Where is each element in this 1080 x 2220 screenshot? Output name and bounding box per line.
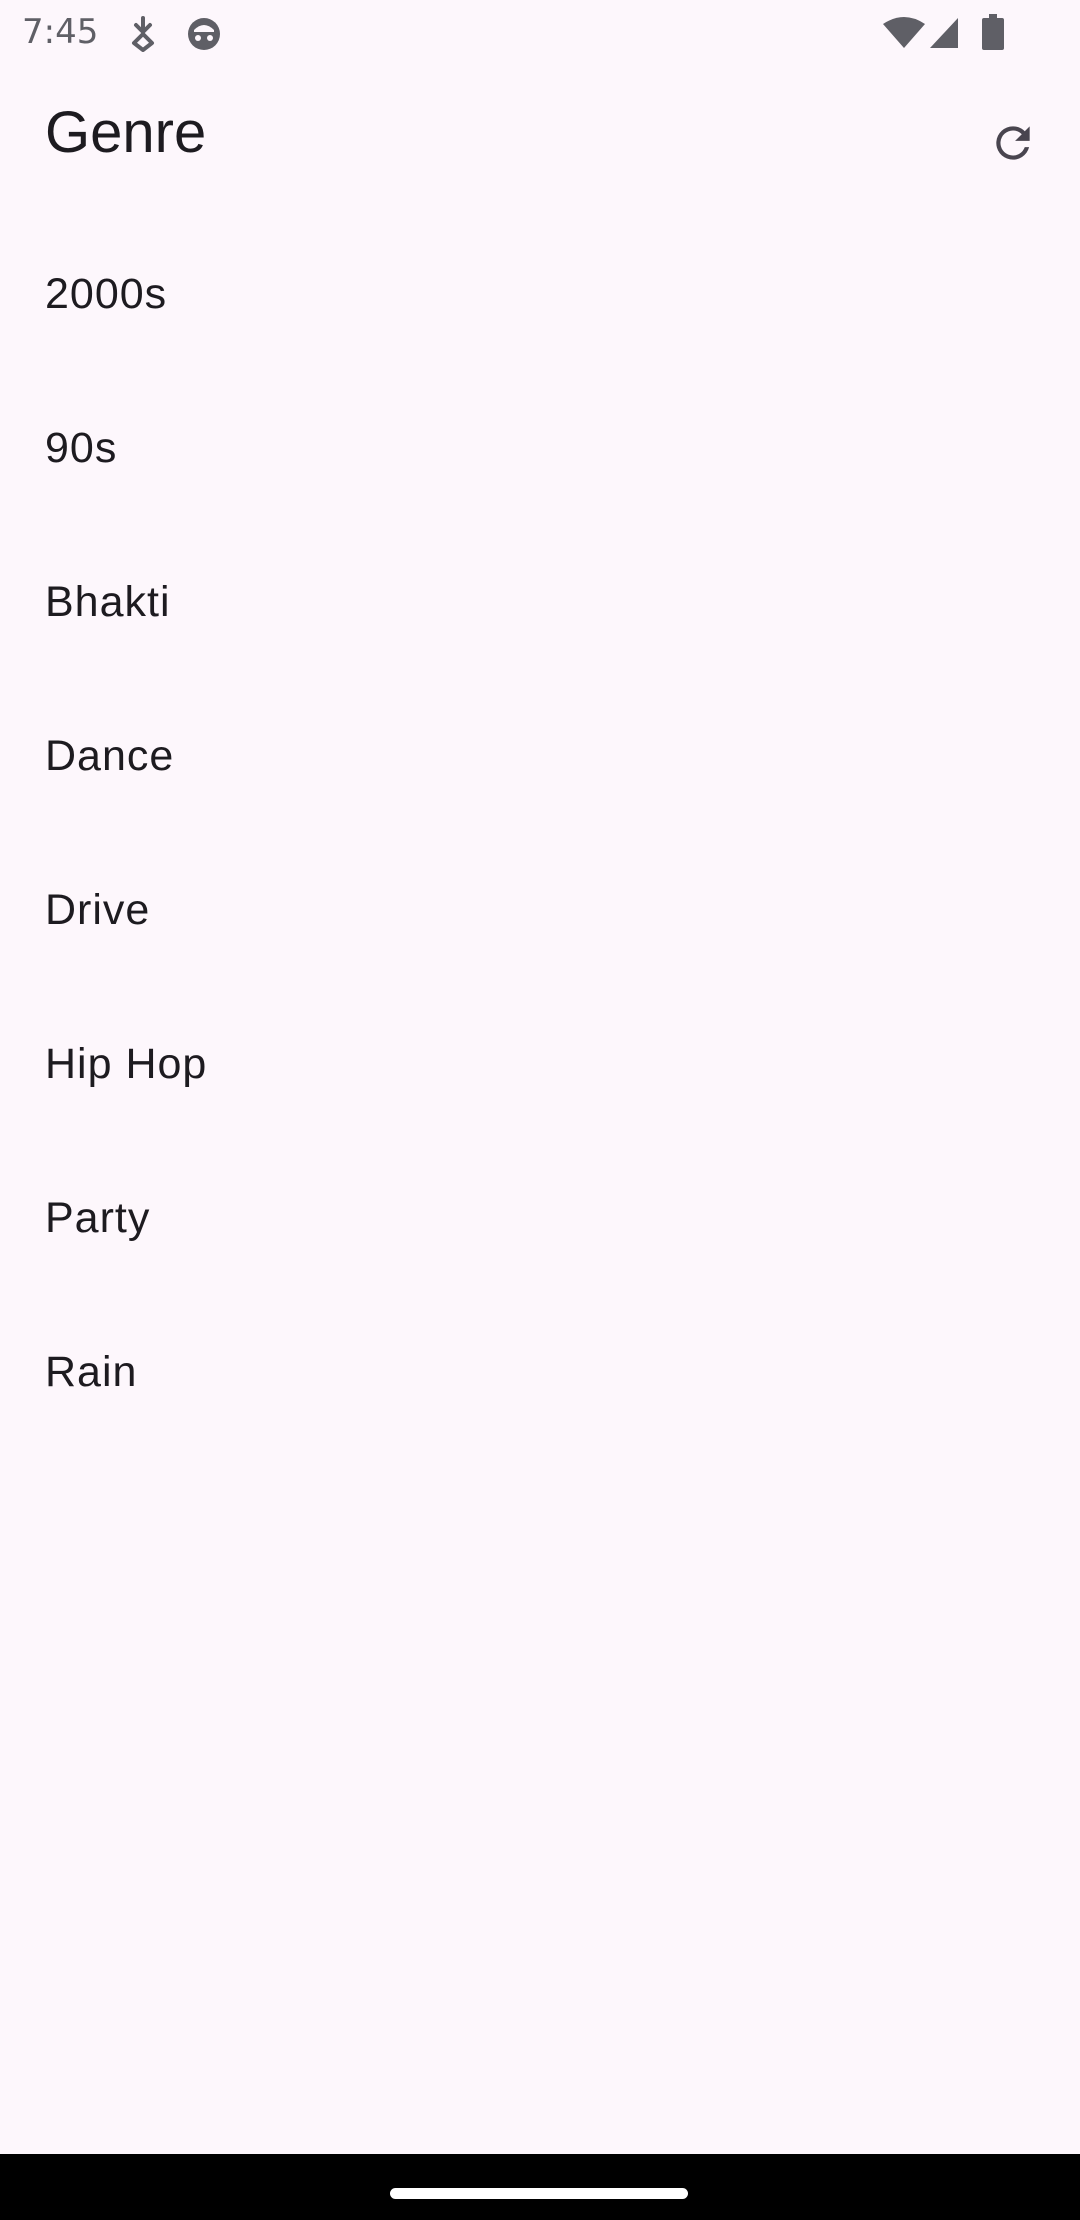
status-time: 7:45 — [22, 12, 99, 52]
wifi-icon — [882, 16, 926, 50]
refresh-icon — [988, 118, 1038, 173]
genre-label: Dance — [45, 731, 175, 780]
genre-label: Party — [45, 1193, 151, 1242]
genre-label: 2000s — [45, 269, 168, 318]
page-title: Genre — [45, 100, 207, 165]
app-bar: Genre — [0, 66, 1080, 216]
genre-list: 2000s 90s Bhakti Dance Drive Hip Hop Par… — [0, 217, 1080, 1449]
genre-label: Rain — [45, 1347, 138, 1396]
list-item[interactable]: Dance — [0, 679, 1080, 833]
face-notification-icon — [186, 16, 222, 52]
battery-icon — [982, 14, 1004, 50]
home-handle[interactable] — [390, 2188, 688, 2199]
status-bar: 7:45 — [0, 0, 1080, 66]
list-item[interactable]: 2000s — [0, 217, 1080, 371]
list-item[interactable]: Hip Hop — [0, 987, 1080, 1141]
list-item[interactable]: Party — [0, 1141, 1080, 1295]
genre-label: Bhakti — [45, 577, 171, 626]
cellular-signal-icon — [928, 16, 960, 50]
download-notification-icon — [128, 16, 158, 52]
genre-label: Hip Hop — [45, 1039, 208, 1088]
list-item[interactable]: Drive — [0, 833, 1080, 987]
genre-label: 90s — [45, 423, 118, 472]
navigation-bar — [0, 2154, 1080, 2220]
list-item[interactable]: 90s — [0, 371, 1080, 525]
refresh-button[interactable] — [980, 112, 1046, 178]
list-item[interactable]: Bhakti — [0, 525, 1080, 679]
list-item[interactable]: Rain — [0, 1295, 1080, 1449]
genre-label: Drive — [45, 885, 151, 934]
